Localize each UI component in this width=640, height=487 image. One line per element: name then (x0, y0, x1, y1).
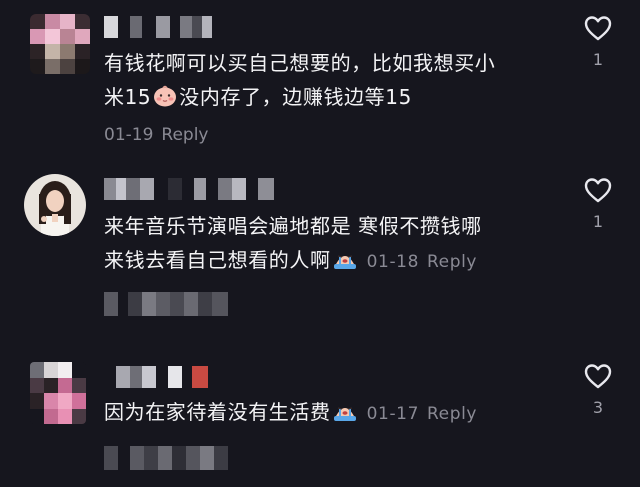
view-replies-blurred[interactable] (104, 292, 228, 316)
username-blurred[interactable] (104, 16, 212, 38)
heart-outline-icon[interactable] (583, 14, 613, 42)
comment-text-line: 米15 没内存了，边赚钱边等15 (104, 80, 574, 114)
crying-emoji (333, 400, 357, 422)
like-control: 3 (580, 362, 616, 417)
avatar[interactable] (24, 174, 86, 236)
baby-face-emoji (153, 85, 177, 107)
comment-text-line: 因为在家待着没有生活费 01-17 Reply (104, 395, 574, 431)
like-control: 1 (580, 176, 616, 231)
username-blurred[interactable] (104, 366, 208, 388)
comment-date: 01-17 (366, 404, 420, 424)
heart-outline-icon[interactable] (583, 176, 613, 204)
avatar[interactable] (30, 362, 86, 424)
comment-text-segment: 米15 (104, 85, 152, 109)
like-count: 1 (592, 212, 604, 231)
username-blurred[interactable] (104, 178, 274, 200)
comment-text-line: 来钱去看自己想看的人啊 01-18 Reply (104, 243, 574, 279)
comment-date: 01-18 (366, 252, 420, 272)
like-count: 1 (592, 50, 604, 69)
comment-text: 来年音乐节演唱会遍地都是 寒假不攒钱哪 来钱去看自己想看的人啊 01-18 Repl… (104, 209, 574, 279)
comment-text-line: 来年音乐节演唱会遍地都是 寒假不攒钱哪 (104, 214, 482, 238)
like-count: 3 (592, 398, 604, 417)
comment-text: 有钱花啊可以买自己想要的，比如我想买小 米15 没内存了，边赚钱边等15 (104, 46, 574, 114)
avatar[interactable] (30, 14, 90, 74)
comment-meta: 01-19 Reply (104, 125, 209, 145)
comment-meta: 01-18 Reply (367, 252, 478, 272)
comment-text-segment: 没内存了，边赚钱边等15 (179, 85, 412, 109)
comment-text-line: 有钱花啊可以买自己想要的，比如我想买小 (104, 51, 496, 75)
comment-date: 01-19 (104, 125, 154, 145)
crying-emoji (333, 248, 357, 270)
heart-outline-icon[interactable] (583, 362, 613, 390)
comment-text: 因为在家待着没有生活费 01-17 Reply (104, 395, 574, 431)
view-replies-blurred[interactable] (104, 446, 228, 470)
comment-text-segment: 因为在家待着没有生活费 (104, 400, 331, 424)
reply-button[interactable]: Reply (427, 404, 477, 424)
comment-meta: 01-17 Reply (367, 404, 478, 424)
reply-button[interactable]: Reply (161, 125, 208, 145)
reply-button[interactable]: Reply (427, 252, 477, 272)
like-control: 1 (580, 14, 616, 69)
avatar-image (24, 174, 86, 236)
comment-text-segment: 来钱去看自己想看的人啊 (104, 248, 331, 272)
